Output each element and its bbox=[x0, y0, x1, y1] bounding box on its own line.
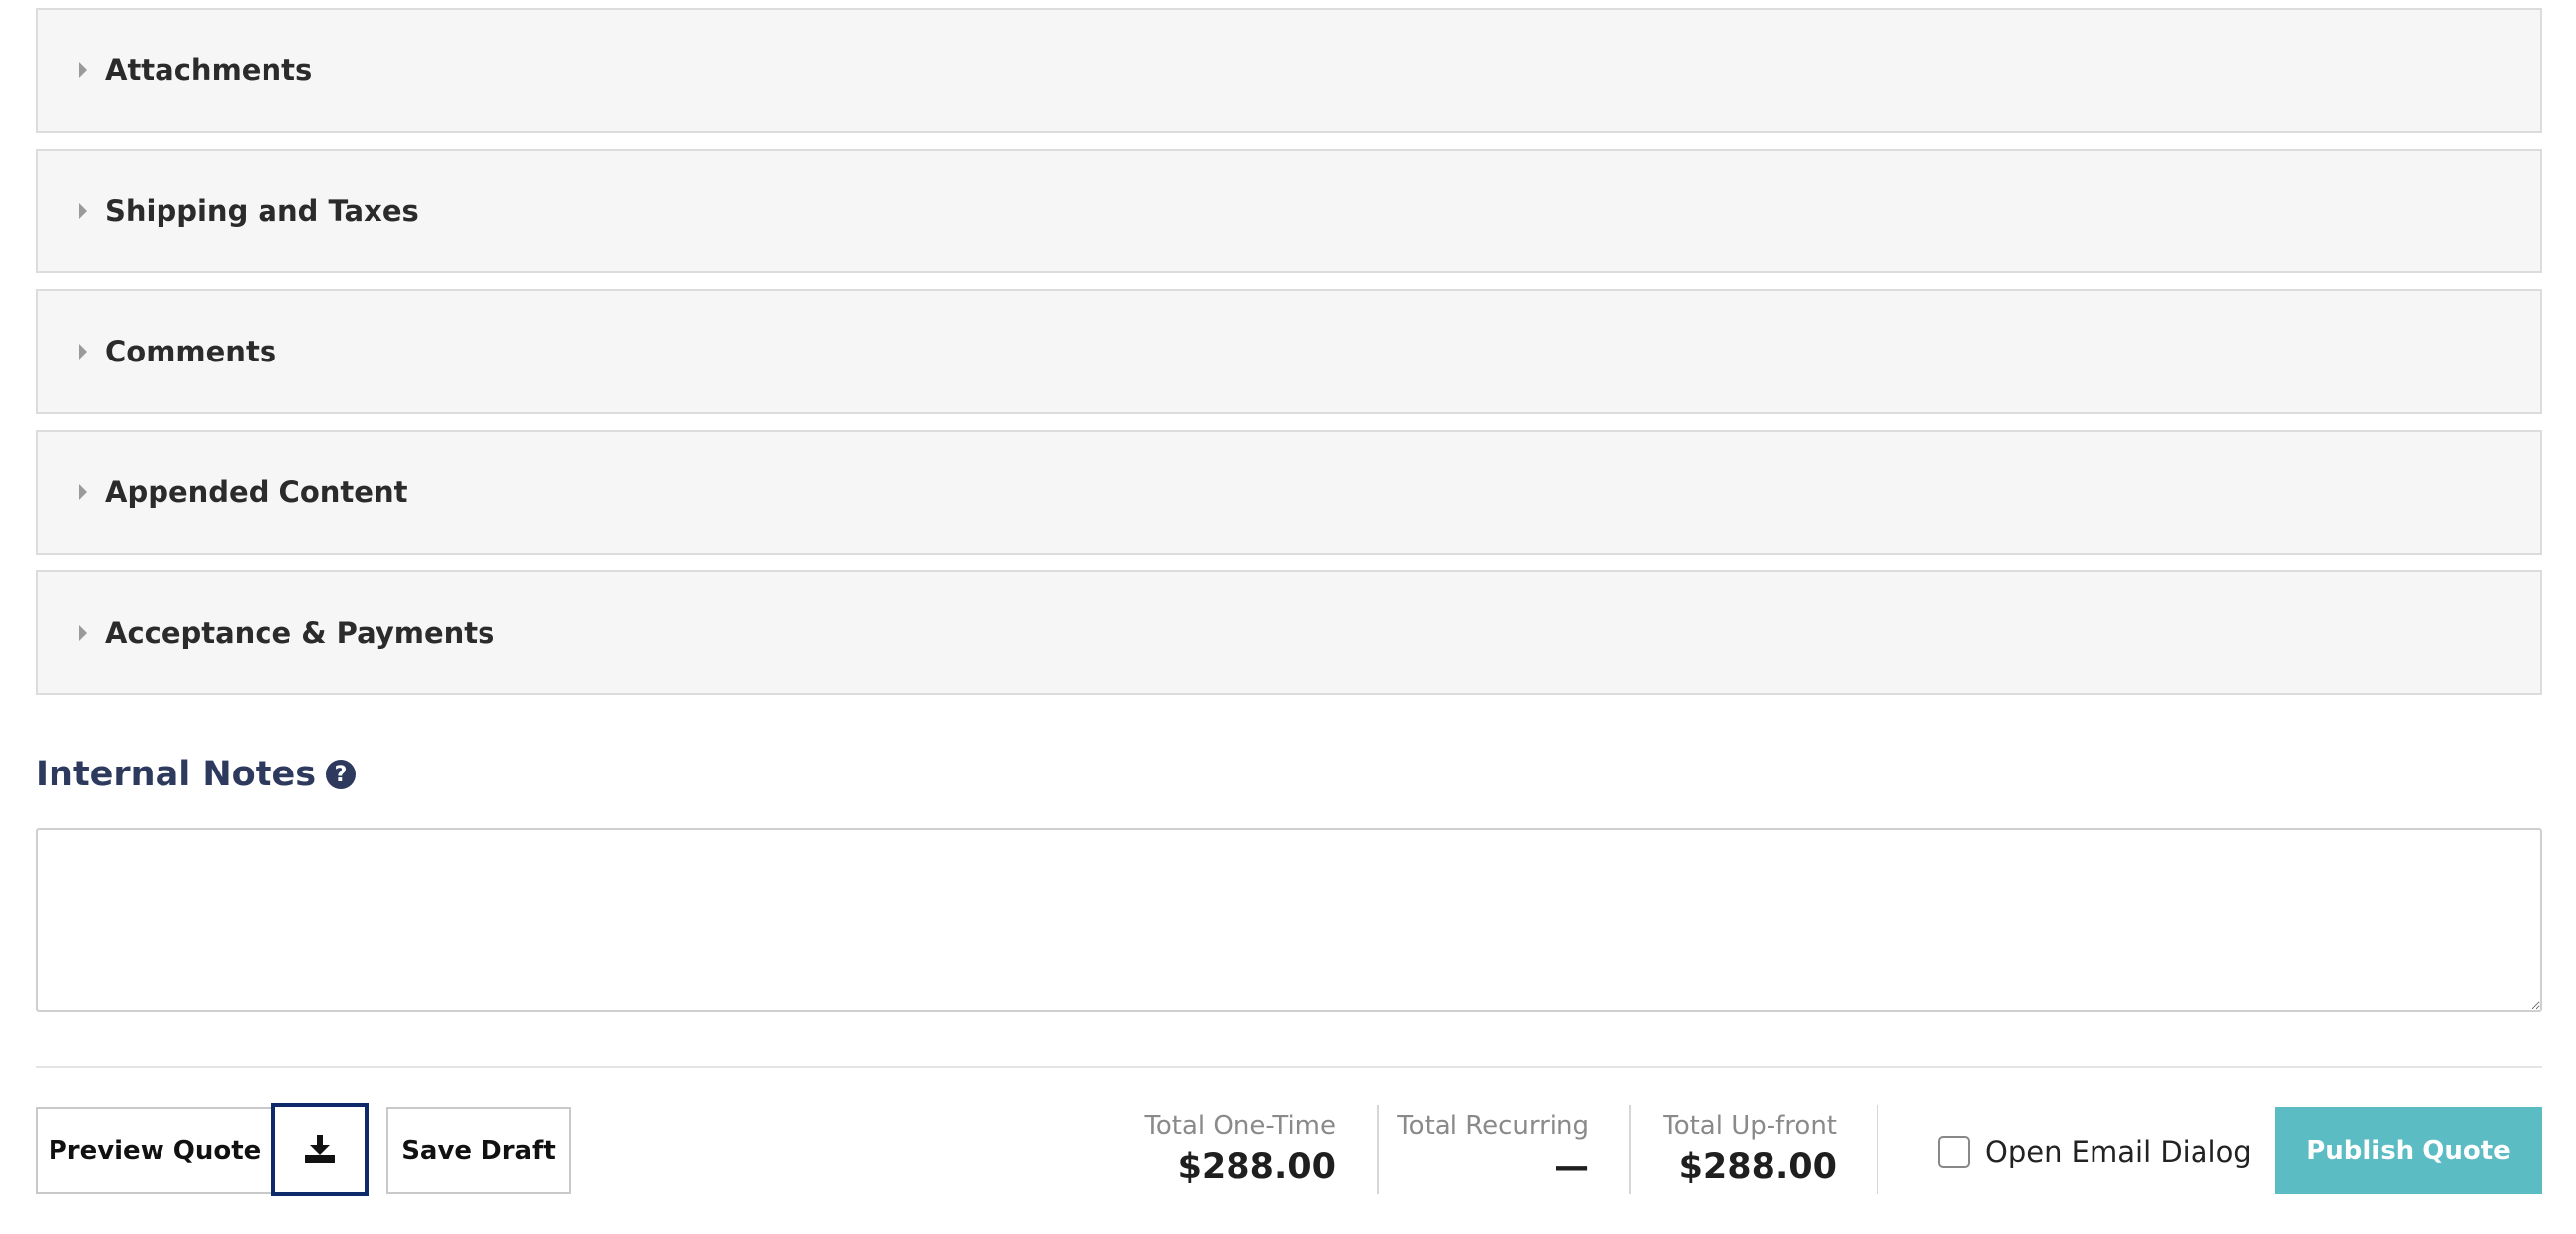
total-up-front-label: Total Up-front bbox=[1663, 1111, 1837, 1141]
divider bbox=[36, 1066, 2542, 1068]
section-title: Appended Content bbox=[105, 475, 408, 509]
totals-separator bbox=[1877, 1105, 1878, 1194]
total-up-front: Total Up-front $288.00 bbox=[1663, 1111, 1837, 1186]
question-circle-icon[interactable]: ? bbox=[326, 760, 357, 789]
download-icon bbox=[305, 1135, 335, 1165]
total-one-time-label: Total One-Time bbox=[1144, 1111, 1336, 1141]
total-recurring: Total Recurring — bbox=[1397, 1111, 1589, 1186]
quote-editor-footer: Attachments Shipping and Taxes Comments … bbox=[0, 0, 2576, 1234]
open-email-dialog-label[interactable]: Open Email Dialog bbox=[1986, 1135, 2252, 1169]
totals-separator bbox=[1629, 1105, 1631, 1194]
totals-separator bbox=[1377, 1105, 1379, 1194]
open-email-dialog-checkbox[interactable] bbox=[1938, 1136, 1970, 1168]
save-draft-button[interactable]: Save Draft bbox=[386, 1107, 571, 1194]
section-attachments[interactable]: Attachments bbox=[36, 8, 2542, 133]
caret-right-icon bbox=[79, 344, 87, 360]
internal-notes-textarea[interactable] bbox=[36, 828, 2542, 1012]
section-appended-content[interactable]: Appended Content bbox=[36, 430, 2542, 555]
preview-quote-button[interactable]: Preview Quote bbox=[36, 1107, 273, 1194]
caret-right-icon bbox=[79, 203, 87, 219]
publish-quote-button[interactable]: Publish Quote bbox=[2275, 1107, 2542, 1194]
section-title: Comments bbox=[105, 335, 277, 368]
section-title: Acceptance & Payments bbox=[105, 616, 495, 650]
internal-notes-title: Internal Notes bbox=[36, 755, 317, 794]
section-acceptance-payments[interactable]: Acceptance & Payments bbox=[36, 570, 2542, 695]
total-recurring-label: Total Recurring bbox=[1397, 1111, 1589, 1141]
total-up-front-value: $288.00 bbox=[1678, 1147, 1837, 1186]
caret-right-icon bbox=[79, 625, 87, 641]
section-title: Shipping and Taxes bbox=[105, 194, 419, 228]
section-comments[interactable]: Comments bbox=[36, 289, 2542, 414]
total-one-time-value: $288.00 bbox=[1177, 1147, 1336, 1186]
internal-notes-heading: Internal Notes ? bbox=[36, 755, 357, 794]
download-button[interactable] bbox=[271, 1103, 369, 1196]
open-email-dialog-option[interactable]: Open Email Dialog bbox=[1938, 1135, 2252, 1169]
caret-right-icon bbox=[79, 62, 87, 78]
section-shipping-and-taxes[interactable]: Shipping and Taxes bbox=[36, 149, 2542, 273]
total-recurring-value: — bbox=[1555, 1147, 1589, 1186]
section-title: Attachments bbox=[105, 53, 313, 87]
total-one-time: Total One-Time $288.00 bbox=[1144, 1111, 1336, 1186]
caret-right-icon bbox=[79, 484, 87, 500]
